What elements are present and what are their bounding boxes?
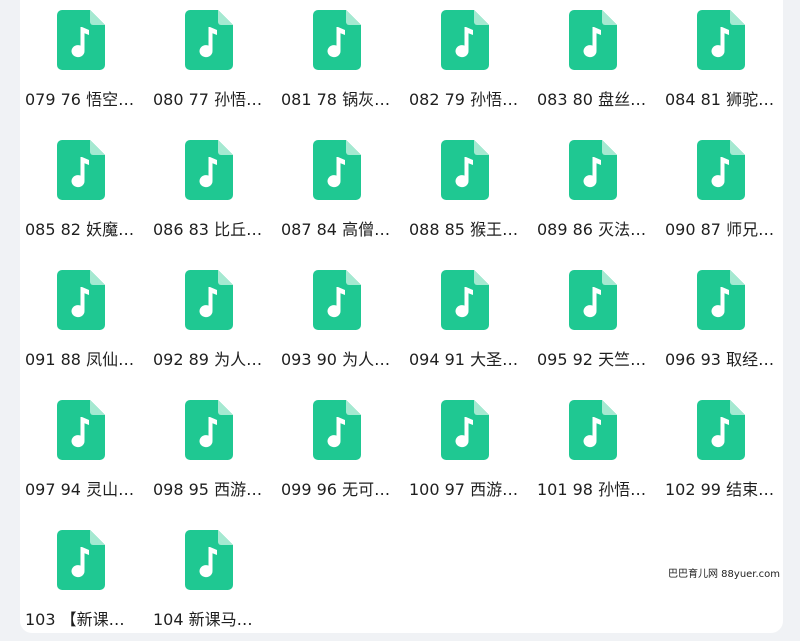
file-name: 083 80 盘丝…: [537, 90, 647, 109]
file-name: 085 82 妖魔…: [25, 220, 135, 239]
file-name: 098 95 西游…: [153, 480, 263, 499]
file-item[interactable]: 084 81 狮驼…: [665, 0, 789, 120]
file-name: 089 86 灭法…: [537, 220, 647, 239]
file-item[interactable]: 089 86 灭法…: [537, 130, 661, 250]
file-name: 081 78 锅灰…: [281, 90, 391, 109]
file-item[interactable]: 083 80 盘丝…: [537, 0, 661, 120]
music-file-icon: [569, 270, 617, 330]
file-name: 094 91 大圣…: [409, 350, 519, 369]
file-name: 102 99 结束…: [665, 480, 775, 499]
music-file-icon: [185, 140, 233, 200]
file-name: 079 76 悟空…: [25, 90, 135, 109]
watermark: 巴巴育儿网 88yuer.com: [668, 569, 781, 580]
music-file-icon: [313, 10, 361, 70]
music-file-icon: [185, 10, 233, 70]
music-file-icon: [569, 10, 617, 70]
file-item[interactable]: 093 90 为人…: [281, 260, 405, 380]
music-file-icon: [57, 10, 105, 70]
music-file-icon: [185, 270, 233, 330]
file-name: 099 96 无可…: [281, 480, 391, 499]
file-item[interactable]: 100 97 西游…: [409, 390, 533, 510]
music-file-icon: [185, 530, 233, 590]
file-name: 086 83 比丘…: [153, 220, 263, 239]
file-item[interactable]: 086 83 比丘…: [153, 130, 277, 250]
file-name: 091 88 凤仙…: [25, 350, 135, 369]
music-file-icon: [569, 400, 617, 460]
file-name: 084 81 狮驼…: [665, 90, 775, 109]
music-file-icon: [313, 140, 361, 200]
file-name: 087 84 高僧…: [281, 220, 391, 239]
file-name: 104 新课马…: [153, 610, 253, 629]
music-file-icon: [313, 270, 361, 330]
file-name: 096 93 取经…: [665, 350, 775, 369]
file-name: 100 97 西游…: [409, 480, 519, 499]
music-file-icon: [697, 140, 745, 200]
file-name: 097 94 灵山…: [25, 480, 135, 499]
file-name: 093 90 为人…: [281, 350, 391, 369]
file-item[interactable]: 082 79 孙悟…: [409, 0, 533, 120]
music-file-icon: [697, 400, 745, 460]
file-item[interactable]: 097 94 灵山…: [25, 390, 149, 510]
file-name: 101 98 孙悟…: [537, 480, 647, 499]
music-file-icon: [57, 140, 105, 200]
file-item[interactable]: 099 96 无可…: [281, 390, 405, 510]
file-name: 092 89 为人…: [153, 350, 263, 369]
file-item[interactable]: 101 98 孙悟…: [537, 390, 661, 510]
file-item[interactable]: 098 95 西游…: [153, 390, 277, 510]
file-item[interactable]: 092 89 为人…: [153, 260, 277, 380]
music-file-icon: [441, 270, 489, 330]
file-item[interactable]: 081 78 锅灰…: [281, 0, 405, 120]
music-file-icon: [697, 10, 745, 70]
file-item[interactable]: 085 82 妖魔…: [25, 130, 149, 250]
file-name: 088 85 猴王…: [409, 220, 519, 239]
file-item[interactable]: 102 99 结束…: [665, 390, 789, 510]
music-file-icon: [441, 10, 489, 70]
file-name: 095 92 天竺…: [537, 350, 647, 369]
file-item[interactable]: 088 85 猴王…: [409, 130, 533, 250]
file-item[interactable]: 091 88 凤仙…: [25, 260, 149, 380]
music-file-icon: [441, 400, 489, 460]
music-file-icon: [313, 400, 361, 460]
file-item[interactable]: 090 87 师兄…: [665, 130, 789, 250]
file-item[interactable]: 080 77 孙悟…: [153, 0, 277, 120]
file-name: 082 79 孙悟…: [409, 90, 519, 109]
file-name: 090 87 师兄…: [665, 220, 775, 239]
music-file-icon: [441, 140, 489, 200]
file-name: 080 77 孙悟…: [153, 90, 263, 109]
music-file-icon: [569, 140, 617, 200]
file-item[interactable]: 094 91 大圣…: [409, 260, 533, 380]
music-file-icon: [57, 270, 105, 330]
file-name: 103 【新课…: [25, 610, 125, 629]
file-item[interactable]: 079 76 悟空…: [25, 0, 149, 120]
file-item[interactable]: 087 84 高僧…: [281, 130, 405, 250]
file-item[interactable]: 104 新课马…: [153, 520, 277, 640]
file-item[interactable]: 103 【新课…: [25, 520, 149, 640]
music-file-icon: [57, 530, 105, 590]
music-file-icon: [697, 270, 745, 330]
music-file-icon: [57, 400, 105, 460]
file-grid: 079 76 悟空… 080 77 孙悟… 081 78 锅灰… 082 79 孙悟……: [0, 0, 800, 641]
file-item[interactable]: 095 92 天竺…: [537, 260, 661, 380]
music-file-icon: [185, 400, 233, 460]
file-item[interactable]: 096 93 取经…: [665, 260, 789, 380]
